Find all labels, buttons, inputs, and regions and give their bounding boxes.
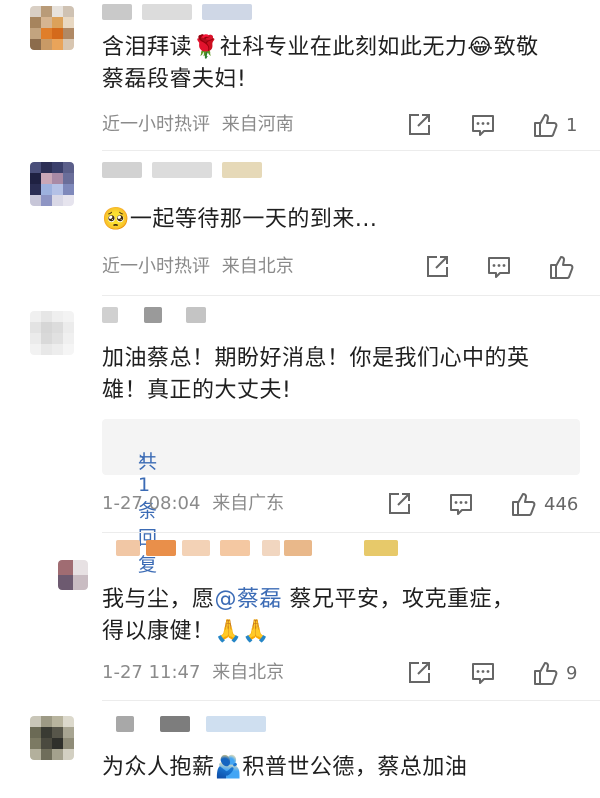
- replies-link[interactable]: 共1条回复 ›: [102, 419, 580, 576]
- mention-link[interactable]: @蔡磊: [215, 587, 283, 612]
- comment-item: 加油蔡总！期盼好消息！你是我们心中的英 雄！真正的大丈夫! 共1条回复 › 1-…: [0, 295, 600, 576]
- comment-icon: [472, 663, 494, 684]
- comment-actions: 9: [0, 660, 600, 686]
- thumbs-up-icon: [534, 114, 558, 137]
- avatar[interactable]: [58, 560, 88, 590]
- avatar[interactable]: [30, 162, 74, 206]
- avatar[interactable]: [30, 311, 74, 355]
- share-button[interactable]: [424, 254, 450, 280]
- like-count: 9: [566, 662, 578, 684]
- comment-actions: [0, 254, 600, 280]
- thumbs-up-icon: [534, 662, 558, 685]
- comment-actions: 1: [0, 112, 600, 138]
- thumbs-up-icon: [512, 493, 536, 516]
- like-button[interactable]: 9: [532, 660, 577, 686]
- like-button[interactable]: 446: [510, 491, 578, 517]
- reply-button[interactable]: [448, 491, 474, 517]
- share-icon: [409, 662, 430, 683]
- like-button[interactable]: [548, 254, 576, 280]
- comment-icon: [472, 115, 494, 136]
- comment-text: 我与尘，愿@蔡磊 蔡兄平安，攻克重症， 得以康健！🙏🙏: [102, 587, 515, 644]
- share-icon: [427, 256, 448, 277]
- reply-button[interactable]: [470, 660, 496, 686]
- share-icon: [409, 114, 430, 135]
- comment-item: 我与尘，愿@蔡磊 蔡兄平安，攻克重症， 得以康健！🙏🙏 1-27 11:47 来…: [0, 532, 600, 701]
- comment-text: 🥺一起等待那一天的到来...: [102, 207, 378, 232]
- comment-item: 含泪拜读🌹社科专业在此刻如此无力😂致敬 蔡磊段睿夫妇! 近一小时热评 来自河南 …: [0, 0, 600, 151]
- like-count: 446: [544, 493, 579, 515]
- thumbs-up-icon: [550, 256, 574, 279]
- share-icon: [389, 493, 410, 514]
- share-button[interactable]: [386, 491, 412, 517]
- like-count: 1: [566, 114, 578, 136]
- chevron-right-icon: ›: [138, 447, 146, 469]
- reply-button[interactable]: [486, 254, 512, 280]
- comment-actions: 446: [0, 491, 600, 517]
- comment-text: 为众人抱薪🫂积普世公德，蔡总加油: [102, 755, 468, 780]
- comment-text: 含泪拜读🌹社科专业在此刻如此无力😂致敬 蔡磊段睿夫妇!: [102, 35, 539, 92]
- avatar[interactable]: [30, 716, 74, 760]
- comment-text: 加油蔡总！期盼好消息！你是我们心中的英 雄！真正的大丈夫!: [102, 346, 530, 403]
- avatar[interactable]: [30, 6, 74, 50]
- comment-icon: [450, 494, 472, 515]
- share-button[interactable]: [406, 660, 432, 686]
- share-button[interactable]: [406, 112, 432, 138]
- comment-icon: [488, 257, 510, 278]
- comment-item: 为众人抱薪🫂积普世公德，蔡总加油: [0, 700, 600, 798]
- reply-button[interactable]: [470, 112, 496, 138]
- comment-item: 🥺一起等待那一天的到来... 近一小时热评 来自北京: [0, 150, 600, 296]
- like-button[interactable]: 1: [532, 112, 577, 138]
